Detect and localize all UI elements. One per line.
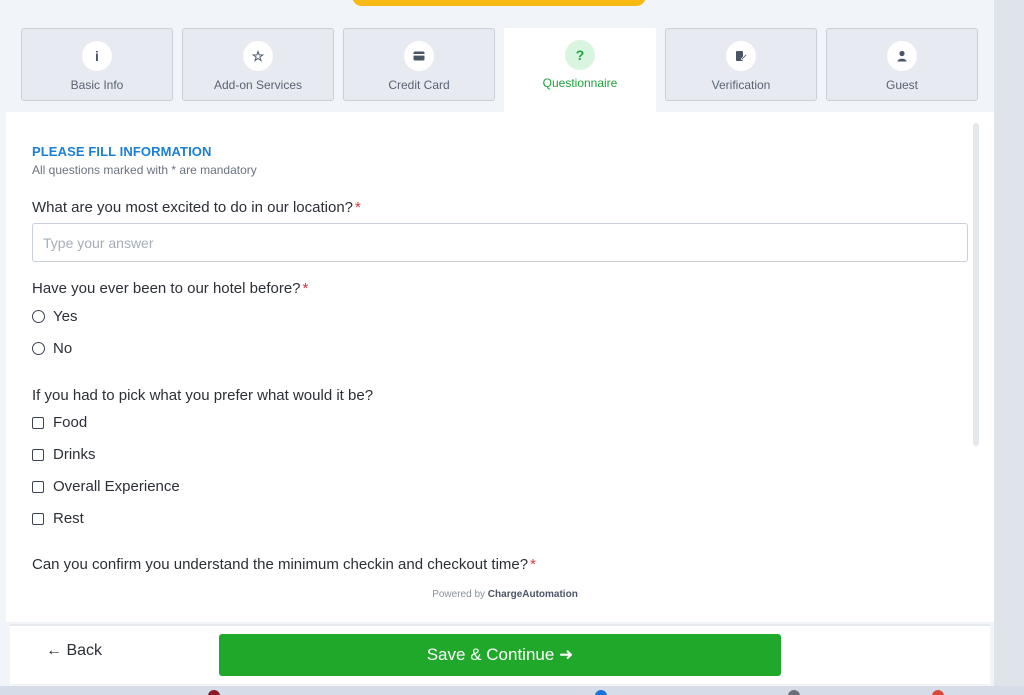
powered-by: Powered by ChargeAutomation [0,589,1010,600]
user-icon [887,41,917,71]
checkbox-option-food[interactable]: Food [32,414,87,431]
checkbox-option-drinks[interactable]: Drinks [32,446,96,463]
back-button[interactable]: ← Back [46,642,102,660]
question-icon: ? [565,40,595,70]
tab-label: Verification [711,78,771,92]
option-label: Food [53,414,88,431]
tab-basic-info[interactable]: i Basic Info [21,28,173,101]
powered-by-brand: ChargeAutomation [487,589,578,600]
info-icon: i [82,41,112,71]
question-4-label: Can you confirm you understand the minim… [32,556,536,573]
radio-button[interactable] [32,310,45,323]
checkbox[interactable] [32,480,44,493]
tab-label: Basic Info [70,78,124,92]
checkbox[interactable] [32,512,44,525]
tab-verification[interactable]: Verification [665,28,817,101]
section-title: PLEASE FILL INFORMATION [32,144,212,159]
section-subtitle: All questions marked with * are mandator… [32,163,257,177]
tab-label: Guest [885,78,918,92]
required-marker: * [530,556,536,573]
question-text: Can you confirm you understand the minim… [32,556,529,573]
tab-label: Questionnaire [542,76,618,90]
credit-card-icon [404,41,434,71]
taskbar-app-icon[interactable] [595,690,607,695]
tab-add-on-services[interactable]: ☆ Add-on Services [182,28,334,101]
question-2-label: Have you ever been to our hotel before? * [32,280,308,297]
step-tabs: i Basic Info ☆ Add-on Services Credit Ca… [21,28,979,112]
tab-label: Add-on Services [213,78,303,92]
panel-scrollbar[interactable] [973,123,979,446]
question-text: What are you most excited to do in our l… [32,199,354,216]
radio-option-no[interactable]: No [32,340,72,357]
question-text: If you had to pick what you prefer what … [32,387,374,404]
checkbox-option-rest[interactable]: Rest [32,510,84,527]
taskbar-app-icon[interactable] [788,690,800,695]
question-1-label: What are you most excited to do in our l… [32,199,361,216]
powered-by-prefix: Powered by [432,589,486,600]
question-text: Have you ever been to our hotel before? [32,280,301,297]
top-progress-pill [352,0,646,6]
required-marker: * [302,280,309,297]
checkbox-option-overall-experience[interactable]: Overall Experience [32,478,180,495]
os-taskbar [0,686,1024,695]
option-label: Overall Experience [53,478,180,495]
tab-label: Credit Card [388,78,450,92]
taskbar-app-icon[interactable] [932,690,944,695]
radio-option-yes[interactable]: Yes [32,308,77,325]
option-label: No [53,340,73,357]
questionnaire-panel [6,112,994,622]
question-3-label: If you had to pick what you prefer what … [32,387,373,404]
checkbox[interactable] [32,416,44,429]
required-marker: * [355,199,361,216]
tab-credit-card[interactable]: Credit Card [343,28,495,101]
option-label: Drinks [53,446,96,463]
option-label: Yes [53,308,78,325]
checkbox[interactable] [32,448,44,461]
radio-button[interactable] [32,342,45,355]
star-icon: ☆ [243,41,273,71]
save-continue-button[interactable]: Save & Continue ➜ [219,634,781,676]
option-label: Rest [53,510,84,527]
taskbar-app-icon[interactable] [208,690,220,695]
tab-questionnaire[interactable]: ? Questionnaire [504,28,656,112]
document-edit-icon [726,41,756,71]
question-1-answer-input[interactable] [32,223,968,262]
tab-guest[interactable]: Guest [826,28,978,101]
